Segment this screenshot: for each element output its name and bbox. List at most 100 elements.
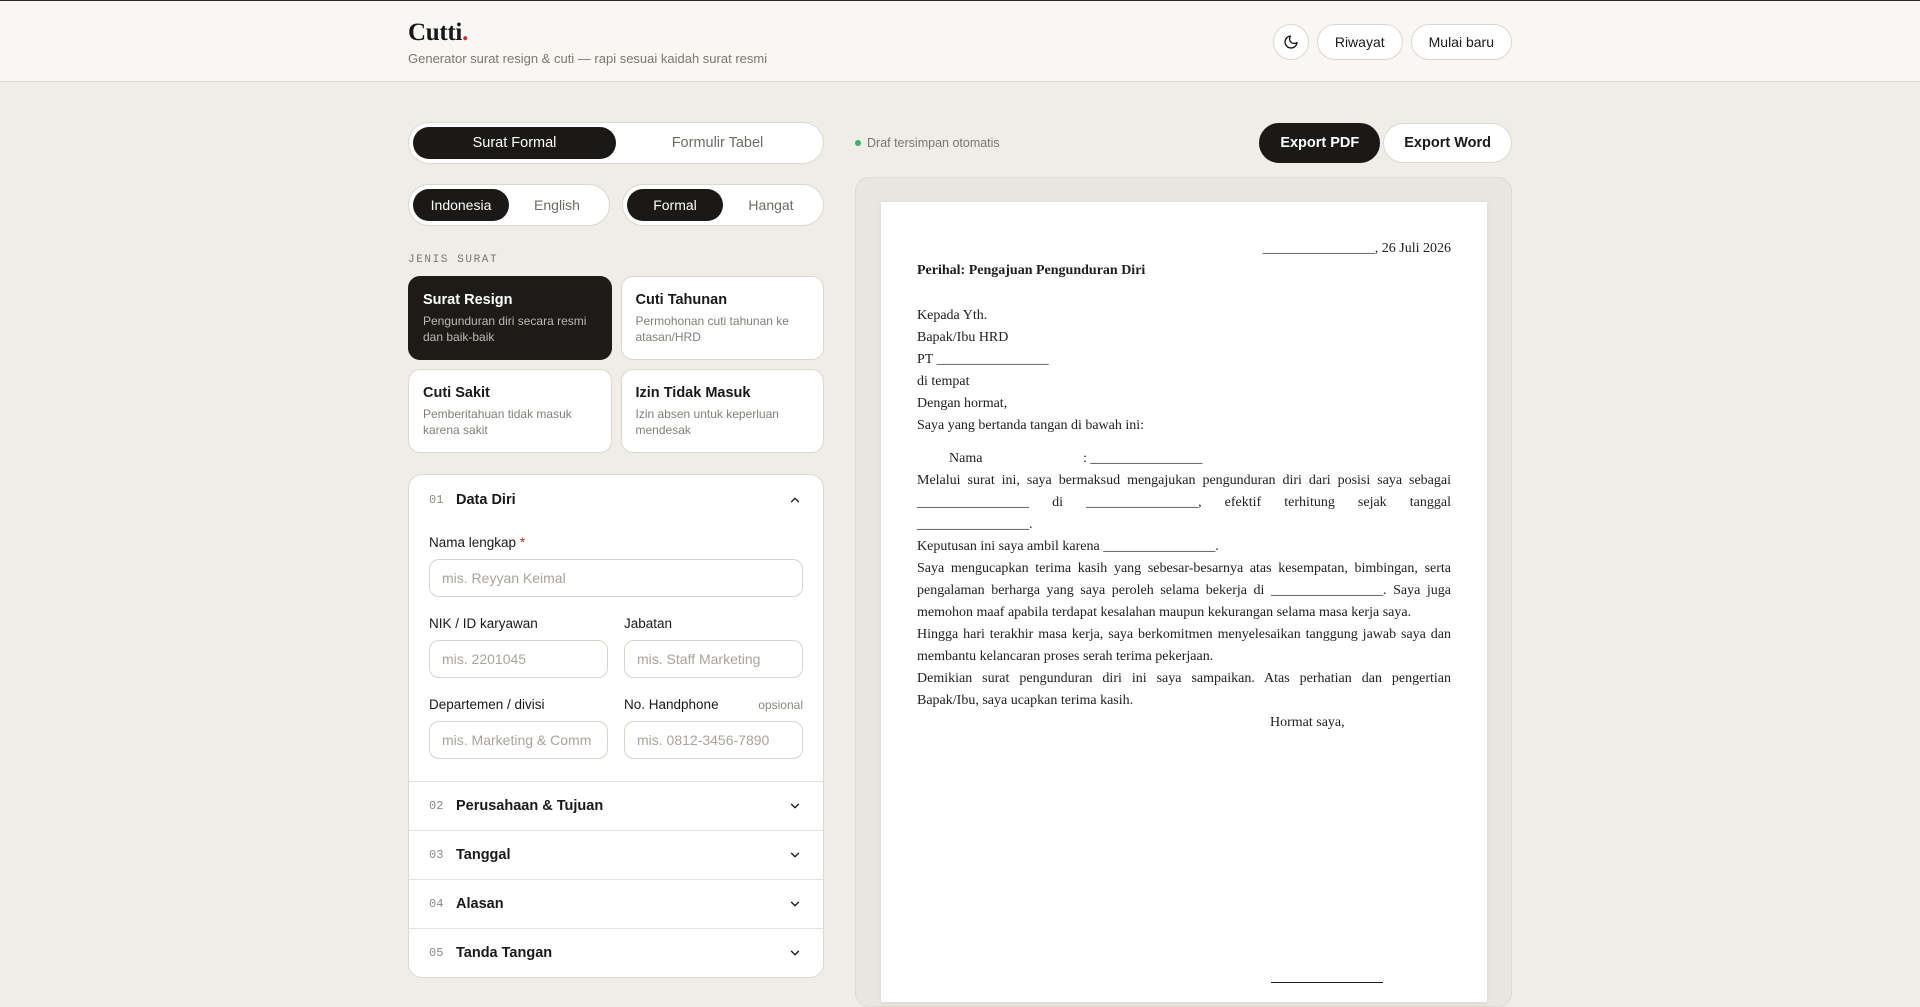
- tone-switch: Formal Hangat: [622, 184, 824, 226]
- section-number: 04: [429, 897, 444, 911]
- section-number: 01: [429, 493, 444, 507]
- app-header: Cutti. Generator surat resign & cuti — r…: [0, 0, 1920, 82]
- letter-type-desc: Permohonan cuti tahunan ke atasan/HRD: [635, 314, 789, 344]
- editor-panel: Surat Formal Formulir Tabel Indonesia En…: [408, 122, 824, 978]
- letter-name-row: Nama : ________________: [917, 448, 1451, 470]
- letter-type-desc: Pemberitahuan tidak masuk karena sakit: [423, 407, 572, 437]
- tab-surat-formal[interactable]: Surat Formal: [413, 127, 616, 159]
- signature-line: [1271, 982, 1383, 983]
- address-line: Kepada Yth.: [917, 308, 988, 323]
- letter-type-title: Surat Resign: [423, 292, 513, 308]
- department-label: Departemen / divisi: [429, 697, 545, 712]
- form-accordion: 01 Data Diri Nama lengkap * mis. Reyyan …: [408, 474, 824, 978]
- brand-tagline: Generator surat resign & cuti — rapi ses…: [408, 51, 768, 66]
- letter-type-resign[interactable]: Surat Resign Pengunduran diri secara res…: [408, 276, 612, 360]
- export-pdf-button[interactable]: Export PDF: [1259, 123, 1381, 163]
- address-line: PT ________________: [917, 352, 1049, 367]
- department-field-group: Departemen / divisi mis. Marketing & Com…: [429, 697, 608, 759]
- optional-note: opsional: [758, 697, 803, 712]
- nik-label: NIK / ID karyawan: [429, 616, 538, 631]
- tone-hangat[interactable]: Hangat: [723, 189, 819, 221]
- autosave-status: Draf tersimpan otomatis: [855, 136, 1256, 150]
- letter-name-value: : ________________: [1083, 451, 1203, 466]
- letter-closing: Hormat saya,: [1270, 715, 1345, 730]
- letter-paragraph: Demikian surat pengunduran diri ini saya…: [917, 671, 1451, 708]
- letter-greeting: Dengan hormat,: [917, 396, 1008, 411]
- field-row-1: NIK / ID karyawan mis. 2201045 Jabatan m…: [429, 616, 803, 678]
- name-input[interactable]: mis. Reyyan Keimal: [429, 559, 803, 597]
- chevron-down-icon: [787, 798, 803, 814]
- history-button[interactable]: Riwayat: [1316, 24, 1403, 60]
- section-title: Tanggal: [456, 847, 511, 863]
- section-title: Tanda Tangan: [456, 945, 553, 961]
- mode-switch: Surat Formal Formulir Tabel: [408, 122, 824, 164]
- phone-label: No. Handphone opsional: [624, 697, 803, 712]
- brand: Cutti. Generator surat resign & cuti — r…: [408, 19, 767, 66]
- brand-logo[interactable]: Cutti.: [408, 19, 767, 47]
- chevron-down-icon: [787, 847, 803, 863]
- letter-type-grid: Surat Resign Pengunduran diri secara res…: [408, 276, 824, 453]
- header-actions: Riwayat Mulai baru: [1272, 24, 1512, 60]
- tone-formal[interactable]: Formal: [627, 189, 723, 221]
- section-data-diri-header[interactable]: 01 Data Diri: [409, 475, 823, 525]
- chevron-down-icon: [787, 896, 803, 912]
- letter-type-title: Cuti Sakit: [423, 385, 490, 401]
- section-tanda-tangan-header[interactable]: 05 Tanda Tangan: [409, 928, 823, 977]
- new-letter-button[interactable]: Mulai baru: [1410, 24, 1512, 60]
- letter-paragraph: Saya mengucapkan terima kasih yang sebes…: [917, 561, 1451, 620]
- letter-type-desc: Pengunduran diri secara resmi dan baik-b…: [423, 314, 587, 344]
- section-perusahaan-header[interactable]: 02 Perusahaan & Tujuan: [409, 781, 823, 830]
- section-number: 05: [429, 946, 444, 960]
- language-indonesia[interactable]: Indonesia: [413, 189, 509, 221]
- letter-type-label: JENIS SURAT: [408, 254, 499, 266]
- letter-paper: ________________, 26 Juli 2026 Perihal: …: [881, 202, 1487, 1002]
- letter-type-desc: Izin absen untuk keperluan mendesak: [635, 407, 779, 437]
- letter-date: ________________, 26 Juli 2026: [1262, 241, 1451, 256]
- position-label: Jabatan: [624, 616, 673, 631]
- preview-toolbar: Draf tersimpan otomatis Export PDF Expor…: [855, 122, 1512, 164]
- letter-type-izin[interactable]: Izin Tidak Masuk Izin absen untuk keperl…: [620, 369, 824, 453]
- section-title: Perusahaan & Tujuan: [456, 798, 604, 814]
- letter-type-cuti-sakit[interactable]: Cuti Sakit Pemberitahuan tidak masuk kar…: [408, 369, 612, 453]
- letter-intro: Saya yang bertanda tangan di bawah ini:: [917, 418, 1145, 433]
- phone-field-group: No. Handphone opsional mis. 0812-3456-789…: [624, 697, 803, 759]
- address-line: Bapak/Ibu HRD: [917, 330, 1009, 345]
- language-switch: Indonesia English: [408, 184, 610, 226]
- position-field-group: Jabatan mis. Staff Marketing: [624, 616, 803, 678]
- letter-preview-panel[interactable]: ________________, 26 Juli 2026 Perihal: …: [855, 177, 1512, 1007]
- options-row: Indonesia English Formal Hangat: [408, 184, 824, 226]
- name-field-group: Nama lengkap * mis. Reyyan Keimal: [429, 535, 803, 597]
- section-title: Data Diri: [456, 492, 516, 508]
- letter-paragraph: Keputusan ini saya ambil karena ________…: [917, 539, 1219, 554]
- chevron-up-icon: [787, 492, 803, 508]
- field-row-2: Departemen / divisi mis. Marketing & Com…: [429, 697, 803, 759]
- letter-paragraph: Hingga hari terakhir masa kerja, saya be…: [917, 627, 1451, 664]
- address-line: di tempat: [917, 374, 970, 389]
- moon-icon: [1284, 35, 1298, 49]
- section-title: Alasan: [456, 896, 504, 912]
- phone-input[interactable]: mis. 0812-3456-7890: [624, 721, 803, 759]
- section-alasan-header[interactable]: 04 Alasan: [409, 879, 823, 928]
- nik-input[interactable]: mis. 2201045: [429, 640, 608, 678]
- nik-field-group: NIK / ID karyawan mis. 2201045: [429, 616, 608, 678]
- letter-type-title: Cuti Tahunan: [635, 292, 728, 308]
- letter-type-cuti-tahunan[interactable]: Cuti Tahunan Permohonan cuti tahunan ke …: [620, 276, 824, 360]
- export-word-button[interactable]: Export Word: [1383, 123, 1512, 163]
- letter-type-title: Izin Tidak Masuk: [635, 385, 751, 401]
- section-data-diri-body: Nama lengkap * mis. Reyyan Keimal NIK / …: [409, 525, 823, 781]
- position-input[interactable]: mis. Staff Marketing: [624, 640, 803, 678]
- department-input[interactable]: mis. Marketing & Comm: [429, 721, 608, 759]
- letter-subject: Perihal: Pengajuan Pengunduran Diri: [917, 263, 1146, 278]
- name-label: Nama lengkap *: [429, 535, 526, 550]
- chevron-down-icon: [787, 945, 803, 961]
- section-number: 02: [429, 799, 444, 813]
- letter-name-label: Nama: [949, 451, 983, 466]
- tab-formulir-tabel[interactable]: Formulir Tabel: [616, 127, 819, 159]
- language-english[interactable]: English: [509, 189, 605, 221]
- section-tanggal-header[interactable]: 03 Tanggal: [409, 830, 823, 879]
- letter-paragraph: Melalui surat ini, saya bermaksud mengaj…: [917, 473, 1451, 532]
- status-dot-icon: [855, 140, 861, 146]
- theme-toggle-button[interactable]: [1272, 24, 1309, 60]
- letter-address: Kepada Yth. Bapak/Ibu HRD PT ___________…: [917, 305, 1451, 393]
- section-number: 03: [429, 848, 444, 862]
